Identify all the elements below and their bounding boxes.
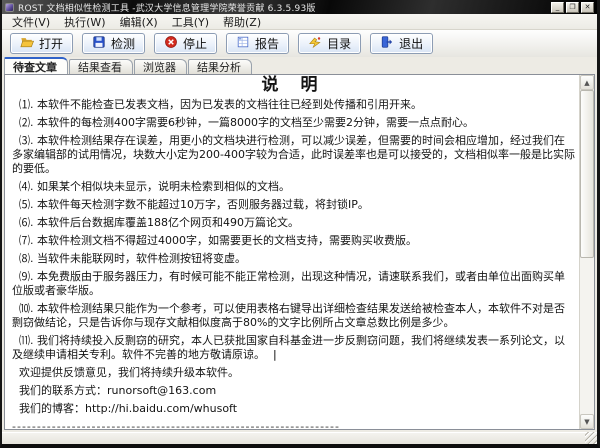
paragraph-8: ⑻. 当软件未能联网时，软件检测按钮将变虚。 bbox=[12, 252, 575, 266]
detect-button[interactable]: 检测 bbox=[82, 33, 145, 54]
document-textbox[interactable]: 说 明 ⑴. 本软件不能检查已发表文档，因为已发表的文档往往已经到处传播和引用开… bbox=[4, 74, 595, 430]
paragraph-11-text: ⑾. 我们将持续投入反剽窃的研究，本人已获批国家自科基金进一步反剽窃问题，我们将… bbox=[12, 334, 565, 361]
paragraph-9: ⑼. 本免费版由于服务器压力，有时候可能不能正常检测，出现这种情况，请速联系我们… bbox=[12, 270, 575, 298]
scrollbar-track[interactable] bbox=[580, 90, 594, 414]
resize-grip[interactable] bbox=[585, 432, 597, 444]
report-grid-icon bbox=[236, 35, 250, 52]
stop-button-label: 停止 bbox=[183, 35, 207, 52]
paragraph-2: ⑵. 本软件的每检测400字需要6秒钟，一篇8000字的文档至少需要2分钟，需要… bbox=[12, 116, 575, 130]
paragraph-blog: 我们的博客：http://hi.baidu.com/whusoft bbox=[12, 402, 575, 416]
detect-button-label: 检测 bbox=[111, 35, 135, 52]
menu-file[interactable]: 文件(V) bbox=[6, 13, 56, 31]
tab-result-view[interactable]: 结果查看 bbox=[69, 59, 133, 74]
window-controls: _ ❐ ✕ bbox=[551, 2, 594, 13]
catalog-button[interactable]: 目录 bbox=[298, 33, 361, 54]
tab-strip: 待查文章 结果查看 浏览器 结果分析 bbox=[2, 57, 597, 74]
paragraph-3: ⑶. 本软件检测结果存在误差，用更小的文档块进行检测，可以减少误差，但需要的时间… bbox=[12, 134, 575, 176]
stop-icon bbox=[164, 35, 178, 52]
stop-button[interactable]: 停止 bbox=[154, 33, 217, 54]
tab-result-analysis[interactable]: 结果分析 bbox=[188, 59, 252, 74]
menu-tools[interactable]: 工具(Y) bbox=[166, 13, 215, 31]
toolbar: 打开 检测 停止 报告 目录 退出 bbox=[2, 30, 597, 57]
scroll-up-icon[interactable]: ▲ bbox=[580, 75, 594, 90]
tab-browser[interactable]: 浏览器 bbox=[134, 59, 187, 74]
menu-run[interactable]: 执行(W) bbox=[58, 13, 111, 31]
content-area: 说 明 ⑴. 本软件不能检查已发表文档，因为已发表的文档往往已经到处传播和引用开… bbox=[2, 74, 597, 432]
divider-dashes: ----------------------------------------… bbox=[12, 420, 575, 429]
paragraph-5: ⑸. 本软件每天检测字数不能超过10万字，否则服务器过载，将封锁IP。 bbox=[12, 198, 575, 212]
report-button[interactable]: 报告 bbox=[226, 33, 289, 54]
minimize-button[interactable]: _ bbox=[551, 2, 564, 13]
report-button-label: 报告 bbox=[255, 35, 279, 52]
app-icon bbox=[5, 3, 14, 12]
open-button-label: 打开 bbox=[39, 35, 63, 52]
paragraph-7: ⑺. 本软件检测文档不得超过4000字，如需要更长的文档支持，需要购买收费版。 bbox=[12, 234, 575, 248]
app-window: ROST 文档相似性检测工具 -武汉大学信息管理学院荣誉贡献 6.3.5.93版… bbox=[0, 0, 600, 448]
status-bar bbox=[2, 432, 597, 444]
paragraph-feedback: 欢迎提供反馈意见，我们将持续升级本软件。 bbox=[12, 366, 575, 380]
menu-help[interactable]: 帮助(Z) bbox=[217, 13, 267, 31]
exit-button-label: 退出 bbox=[399, 35, 423, 52]
paragraph-10: ⑽. 本软件检测结果只能作为一个参考，可以使用表格右键导出详细检查结果发送给被检… bbox=[12, 302, 575, 330]
open-folder-icon bbox=[20, 35, 34, 52]
text-cursor: | bbox=[266, 348, 267, 362]
document-text[interactable]: 说 明 ⑴. 本软件不能检查已发表文档，因为已发表的文档往往已经到处传播和引用开… bbox=[5, 75, 579, 429]
scroll-down-icon[interactable]: ▼ bbox=[580, 414, 594, 429]
menu-edit[interactable]: 编辑(X) bbox=[114, 13, 164, 31]
tab-pending-articles[interactable]: 待查文章 bbox=[4, 57, 68, 74]
catalog-button-label: 目录 bbox=[327, 35, 351, 52]
paragraph-4: ⑷. 如果某个相似块未显示，说明未检索到相似的文档。 bbox=[12, 180, 575, 194]
exit-button[interactable]: 退出 bbox=[370, 33, 433, 54]
paragraph-1: ⑴. 本软件不能检查已发表文档，因为已发表的文档往往已经到处传播和引用开来。 bbox=[12, 98, 575, 112]
scrollbar-thumb[interactable] bbox=[580, 90, 594, 258]
catalog-icon bbox=[308, 35, 322, 52]
menu-bar: 文件(V) 执行(W) 编辑(X) 工具(Y) 帮助(Z) bbox=[2, 14, 597, 30]
document-heading: 说 明 bbox=[12, 78, 575, 92]
paragraph-6: ⑹. 本软件后台数据库覆盖188亿个网页和490万篇论文。 bbox=[12, 216, 575, 230]
paragraph-contact: 我们的联系方式：runorsoft@163.com bbox=[12, 384, 575, 398]
detect-floppy-icon bbox=[92, 35, 106, 52]
paragraph-11: ⑾. 我们将持续投入反剽窃的研究，本人已获批国家自科基金进一步反剽窃问题，我们将… bbox=[12, 334, 575, 362]
vertical-scrollbar[interactable]: ▲ ▼ bbox=[579, 75, 594, 429]
close-button[interactable]: ✕ bbox=[581, 2, 594, 13]
exit-icon bbox=[380, 35, 394, 52]
maximize-button[interactable]: ❐ bbox=[566, 2, 579, 13]
open-button[interactable]: 打开 bbox=[10, 33, 73, 54]
